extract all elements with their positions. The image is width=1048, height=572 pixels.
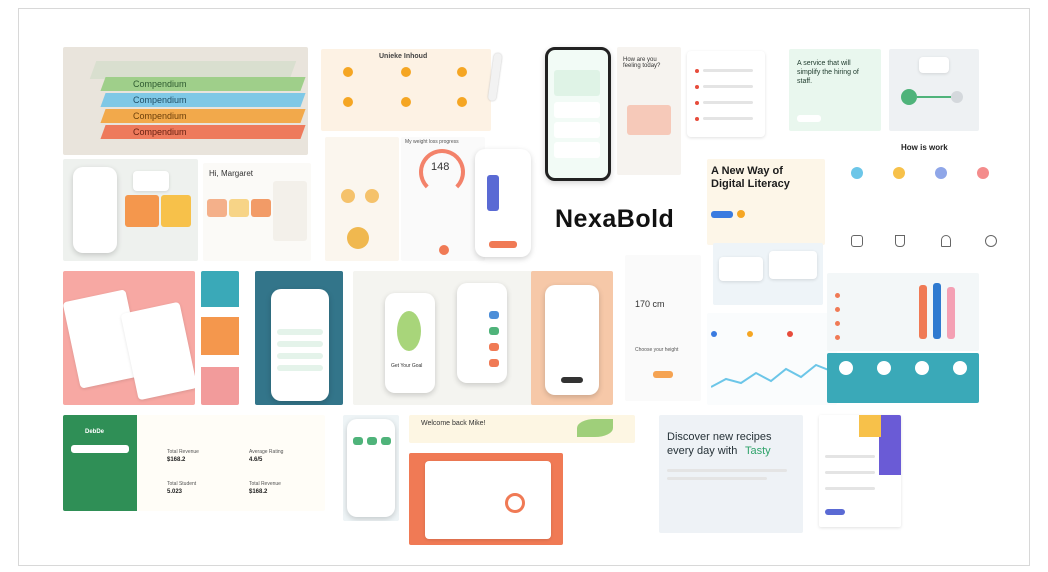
dash-total-revenue-value: $168.2 xyxy=(167,457,186,463)
weight-progress-tile: My weight loss progress 148 xyxy=(401,137,485,261)
how-is-work-tile: How is work xyxy=(837,139,999,229)
leaf-illustration xyxy=(577,419,613,437)
dash-avg-rating-label: Average Rating xyxy=(249,449,284,455)
stats-line-chart xyxy=(711,363,831,388)
service-title: A service that will simplify the hiring … xyxy=(797,60,859,85)
dash-avg-rating-value: 4.6/5 xyxy=(249,457,263,463)
dash-total-student-label: Total Student xyxy=(167,481,197,487)
bell-icon xyxy=(941,235,951,247)
literacy-title: A New Way of Digital Literacy xyxy=(711,165,790,190)
height-prompt: Choose your height xyxy=(635,347,679,353)
market-phone-tile xyxy=(255,271,343,405)
book-label: Compendium xyxy=(133,79,187,89)
form-tile xyxy=(819,415,901,527)
dash-total-revenue-label: Total Revenue xyxy=(167,449,199,455)
feeling-tile: How are you feeling today? xyxy=(617,47,681,175)
dash-total-revenue2-label: Total Revenue xyxy=(249,481,281,487)
howwork-title: How is work xyxy=(901,143,948,152)
welcome-title: Welcome back Mike! xyxy=(421,420,486,427)
feeling-title: How are you feeling today? xyxy=(623,57,661,69)
hire-flow-tile xyxy=(889,49,979,131)
stats-chart-tile xyxy=(707,313,837,405)
admin-grid-tile xyxy=(409,453,563,545)
eat-clean-tile: Get Your Goal xyxy=(353,271,537,405)
tasty-line2: every day with xyxy=(667,445,738,457)
welcome-tile: Welcome back Mike! xyxy=(409,415,635,443)
dash-logo: DebDe xyxy=(85,429,105,435)
weight-value: 148 xyxy=(431,161,450,173)
chat-tile xyxy=(713,243,823,305)
app-screens-tile xyxy=(63,159,198,261)
moodboard-frame: Compendium Compendium Compendium Compend… xyxy=(18,8,1030,566)
dashboard-tile: DebDe Total Revenue $168.2 Average Ratin… xyxy=(63,415,325,511)
instagram-icon xyxy=(851,235,863,247)
unieke-title: Unieke Inhoud xyxy=(379,53,428,60)
tilted-cards-tile xyxy=(63,271,195,405)
tasty-tile: Discover new recipes every day with Tast… xyxy=(659,415,803,533)
height-tile: 170 cm Choose your height xyxy=(625,255,701,401)
bowl-icon xyxy=(985,235,997,247)
phone-peach-tile xyxy=(531,271,613,405)
statistics-card xyxy=(687,51,765,137)
brand-title: NexaBold xyxy=(555,205,675,233)
icons-row xyxy=(845,233,997,249)
hi-greeting: Hi, Margaret xyxy=(209,169,254,178)
books-tile: Compendium Compendium Compendium Compend… xyxy=(63,47,308,155)
color-swatches-tile xyxy=(201,271,239,405)
dash-total-student-value: 5.023 xyxy=(167,489,183,495)
weight-title: My weight loss progress xyxy=(405,139,459,145)
teal-stats-tile xyxy=(827,353,979,403)
book-label: Compendium xyxy=(133,111,187,121)
literacy-tile: A New Way of Digital Literacy xyxy=(707,159,825,245)
book-label: Compendium xyxy=(133,127,187,137)
height-value: 170 cm xyxy=(635,299,665,309)
pen-icon xyxy=(895,235,905,247)
food-phone xyxy=(475,149,531,257)
eatclean-title: Get Your Goal xyxy=(391,363,423,369)
unieke-inhoud-tile: Unieke Inhoud xyxy=(321,49,491,131)
tasty-line1: Discover new recipes xyxy=(667,431,772,443)
service-tile: A service that will simplify the hiring … xyxy=(789,49,881,131)
tasty-brand: Tasty xyxy=(745,445,771,457)
dash-total-revenue2-value: $168.2 xyxy=(249,489,268,495)
hi-margaret-tile: Hi, Margaret xyxy=(203,163,311,261)
course-phone xyxy=(545,47,611,181)
what-to-do-tile xyxy=(325,137,399,261)
doctors-tile xyxy=(827,273,979,351)
book-label: Compendium xyxy=(133,95,187,105)
grocery-phone-tile xyxy=(343,415,399,521)
